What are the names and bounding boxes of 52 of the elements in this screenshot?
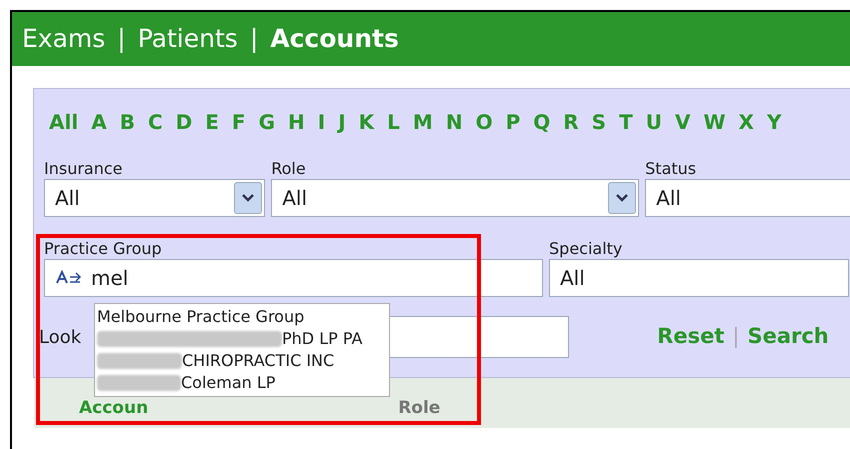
letter-link[interactable]: U <box>646 107 662 137</box>
letter-link[interactable]: K <box>358 107 374 137</box>
reset-link[interactable]: Reset <box>657 321 724 353</box>
letter-link[interactable]: B <box>120 107 135 137</box>
search-link[interactable]: Search <box>747 321 829 353</box>
field-label: Look <box>39 326 82 350</box>
letter-link[interactable]: P <box>506 107 520 137</box>
letter-link[interactable]: X <box>738 107 754 137</box>
field-label: Status <box>645 159 698 179</box>
letter-link[interactable]: M <box>412 107 433 137</box>
letter-link[interactable]: O <box>476 107 493 137</box>
letter-link[interactable]: F <box>232 107 246 137</box>
letter-link[interactable]: Y <box>766 107 782 137</box>
autocomplete-icon <box>55 270 83 286</box>
nav-tab[interactable]: Exams <box>22 20 106 58</box>
separator: | <box>117 23 126 56</box>
letter-link[interactable]: W <box>703 107 726 137</box>
select-field[interactable]: All <box>44 179 266 217</box>
suggestion-item[interactable]: Coleman LP <box>181 371 276 395</box>
letter-link[interactable]: V <box>674 107 690 137</box>
letter-link[interactable]: C <box>148 107 163 137</box>
column-header[interactable]: Role <box>398 398 440 418</box>
letter-link[interactable]: All <box>49 107 78 137</box>
separator: | <box>250 23 258 56</box>
letter-link[interactable]: J <box>338 107 346 137</box>
letter-link[interactable]: D <box>176 107 192 137</box>
field-label: Role <box>271 159 307 179</box>
select-field[interactable]: All <box>271 179 640 217</box>
field-label: Insurance <box>44 159 124 179</box>
field-label: Practice Group <box>44 239 163 259</box>
letter-link[interactable]: N <box>446 107 463 137</box>
column-header[interactable]: Accoun <box>79 398 148 418</box>
letter-link[interactable]: A <box>91 107 107 137</box>
suggestion-item[interactable]: Melbourne Practice Group <box>97 305 304 329</box>
letter-link[interactable]: L <box>387 107 400 137</box>
letter-link[interactable]: H <box>288 107 305 137</box>
letter-link[interactable]: S <box>592 107 606 137</box>
suggestion-item[interactable]: PhD LP PA <box>282 327 362 351</box>
letter-link[interactable]: G <box>258 107 275 137</box>
letter-link[interactable]: T <box>619 107 633 137</box>
separator: | <box>732 323 740 350</box>
input-field[interactable]: mel <box>44 259 543 297</box>
select-field[interactable]: All <box>549 259 849 297</box>
nav-tab[interactable]: Accounts <box>270 20 399 58</box>
letter-link[interactable]: R <box>563 107 579 137</box>
letter-link[interactable]: Q <box>533 107 550 137</box>
field-label: Specialty <box>549 239 624 259</box>
nav-tab[interactable]: Patients <box>138 20 238 58</box>
suggestion-item[interactable]: CHIROPRACTIC INC <box>182 349 334 373</box>
letter-link[interactable]: E <box>205 107 219 137</box>
select-field[interactable]: All <box>645 179 850 217</box>
letter-link[interactable]: I <box>318 107 326 137</box>
